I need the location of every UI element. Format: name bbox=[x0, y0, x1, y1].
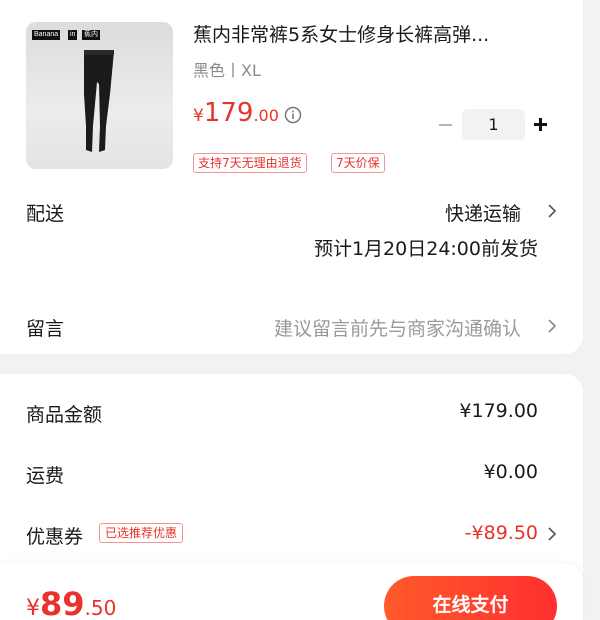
return-policy-tag: 支持7天无理由退货 bbox=[193, 153, 307, 173]
info-icon[interactable] bbox=[284, 106, 302, 124]
delivery-label: 配送 bbox=[26, 203, 65, 225]
product-price: ¥179.00 bbox=[193, 98, 279, 128]
quantity-decrease-button[interactable] bbox=[436, 115, 456, 135]
goods-amount-value: ¥179.00 bbox=[459, 400, 538, 422]
delivery-method[interactable]: 快递运输 bbox=[445, 199, 521, 226]
price-symbol: ¥ bbox=[193, 106, 204, 126]
quantity-value[interactable]: 1 bbox=[462, 109, 525, 140]
goods-amount-label: 商品金额 bbox=[26, 404, 103, 426]
pay-online-button[interactable]: 在线支付 bbox=[384, 576, 557, 620]
product-thumbnail[interactable]: Banana in 蕉内 bbox=[26, 22, 173, 169]
shipping-fee-value: ¥0.00 bbox=[483, 461, 538, 483]
coupon-label: 优惠券 bbox=[26, 526, 84, 548]
chevron-right-icon[interactable] bbox=[547, 527, 557, 541]
total-decimal: .50 bbox=[84, 596, 117, 620]
order-item-card: Banana in 蕉内 蕉内非常裤5系女士修身长裤高弹... 黑色丨XL ¥1… bbox=[0, 0, 583, 354]
quantity-increase-button[interactable] bbox=[531, 115, 551, 135]
shipping-fee-label: 运费 bbox=[26, 465, 65, 487]
chevron-right-icon[interactable] bbox=[547, 319, 557, 333]
price-protection-tag: 7天价保 bbox=[331, 153, 385, 173]
price-decimal: .00 bbox=[253, 106, 279, 125]
price-integer: 179 bbox=[203, 98, 254, 128]
product-title[interactable]: 蕉内非常裤5系女士修身长裤高弹... bbox=[193, 23, 553, 47]
product-sku: 黑色丨XL bbox=[193, 61, 261, 80]
chevron-right-icon[interactable] bbox=[547, 204, 557, 218]
coupon-recommended-badge: 已选推荐优惠 bbox=[99, 523, 184, 543]
message-input[interactable]: 建议留言前先与商家沟通确认 bbox=[274, 314, 521, 341]
order-total: ¥89.50 bbox=[26, 585, 116, 620]
leggings-image bbox=[84, 50, 114, 152]
delivery-estimate: 预计1月20日24:00前发货 bbox=[313, 238, 538, 260]
message-label: 留言 bbox=[26, 318, 65, 340]
total-symbol: ¥ bbox=[26, 596, 40, 620]
coupon-discount-value[interactable]: -¥89.50 bbox=[465, 522, 538, 544]
total-integer: 89 bbox=[40, 585, 85, 620]
